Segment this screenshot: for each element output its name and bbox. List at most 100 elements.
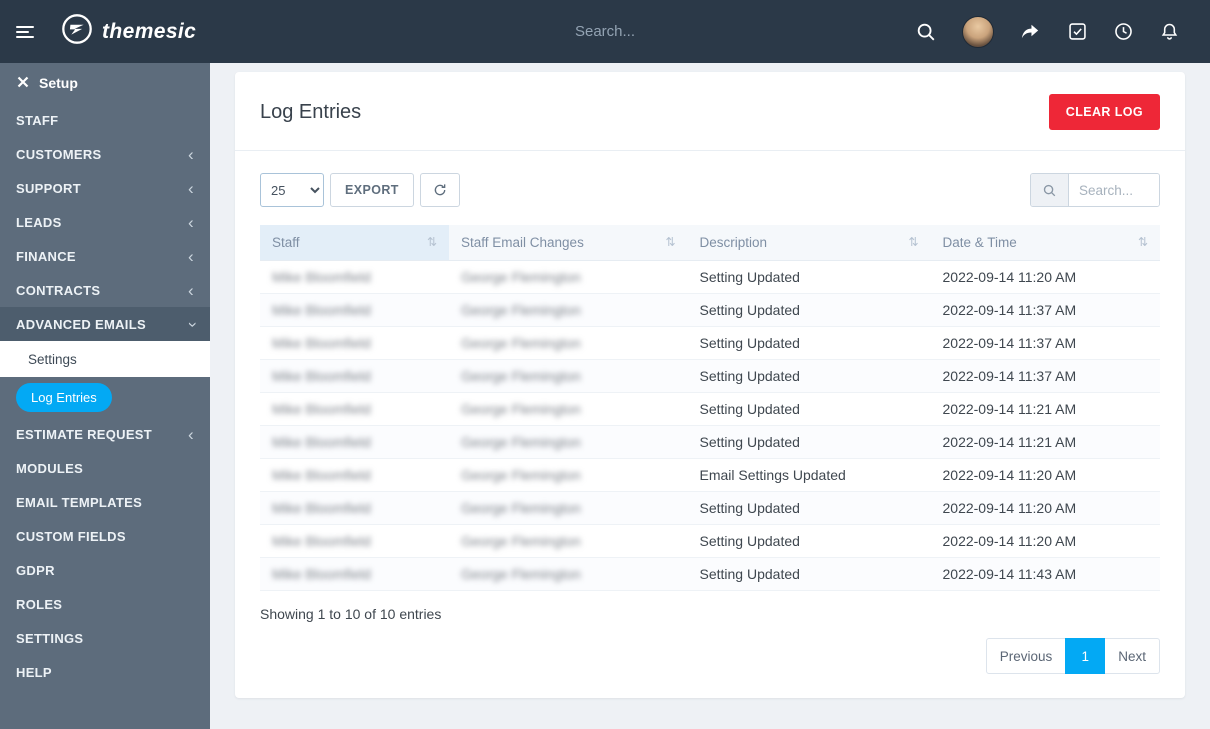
datetime-cell: 2022-09-14 11:37 AM <box>931 327 1161 360</box>
sidebar-item-log-entries[interactable]: Log Entries <box>0 377 210 417</box>
export-button[interactable]: EXPORT <box>330 173 414 207</box>
email-changes-cell: George Flemington <box>449 558 688 591</box>
email-changes-cell: George Flemington <box>449 360 688 393</box>
notifications-bell-icon[interactable] <box>1159 21 1180 42</box>
pagination-page-1[interactable]: 1 <box>1065 638 1105 674</box>
app-logo[interactable]: themesic <box>60 12 196 51</box>
chevron-left-icon: ‹ <box>188 426 194 443</box>
column-header-description[interactable]: Description ⇅ <box>688 225 931 261</box>
forward-icon[interactable] <box>1019 20 1042 43</box>
logo-text: themesic <box>102 20 196 44</box>
column-header-staff[interactable]: Staff ⇅ <box>260 225 449 261</box>
pagination-previous[interactable]: Previous <box>986 638 1067 674</box>
global-search <box>435 22 775 41</box>
logo-icon <box>60 12 94 51</box>
staff-cell: Mike Bloomfield <box>260 492 449 525</box>
chevron-left-icon: ‹ <box>188 282 194 299</box>
sidebar-item-leads[interactable]: LEADS ‹ <box>0 205 210 239</box>
sidebar-item-staff[interactable]: STAFF <box>0 103 210 137</box>
search-icon[interactable] <box>915 21 937 43</box>
column-header-staff-email-changes[interactable]: Staff Email Changes⇅ <box>449 225 688 261</box>
table-row: Mike BloomfieldGeorge FlemingtonSetting … <box>260 525 1160 558</box>
page-size-select[interactable]: 25 <box>260 173 324 207</box>
table-row: Mike BloomfieldGeorge FlemingtonSetting … <box>260 294 1160 327</box>
table-search <box>1030 173 1160 207</box>
sidebar-item-estimate-request[interactable]: ESTIMATE REQUEST‹ <box>0 417 210 451</box>
sidebar-item-settings[interactable]: SETTINGS <box>0 621 210 655</box>
datetime-cell: 2022-09-14 11:43 AM <box>931 558 1161 591</box>
pagination-next[interactable]: Next <box>1104 638 1160 674</box>
close-icon[interactable] <box>17 75 29 91</box>
sort-icon: ⇅ <box>908 235 918 249</box>
sidebar-item-label: LEADS <box>16 215 62 230</box>
chevron-left-icon: ‹ <box>188 146 194 163</box>
datetime-cell: 2022-09-14 11:20 AM <box>931 525 1161 558</box>
global-search-input[interactable] <box>435 22 775 41</box>
staff-cell: Mike Bloomfield <box>260 360 449 393</box>
email-changes-cell: George Flemington <box>449 393 688 426</box>
log-entries-table: Staff⇅Staff Email Changes⇅Description⇅Da… <box>260 225 1160 591</box>
sidebar-menu: STAFFCUSTOMERS‹SUPPORT‹LEADS‹FINANCE‹CON… <box>0 103 210 689</box>
email-changes-cell: George Flemington <box>449 426 688 459</box>
sidebar-item-gdpr[interactable]: GDPR <box>0 553 210 587</box>
email-changes-cell: George Flemington <box>449 327 688 360</box>
sidebar-item-support[interactable]: SUPPORT‹ <box>0 171 210 205</box>
table-body: Mike BloomfieldGeorge FlemingtonSetting … <box>260 261 1160 591</box>
datetime-cell: 2022-09-14 11:37 AM <box>931 360 1161 393</box>
sidebar-item-contracts[interactable]: CONTRACTS ‹ <box>0 273 210 307</box>
column-label: Description <box>700 235 768 250</box>
sidebar-item-email-templates[interactable]: EMAIL TEMPLATES <box>0 485 210 519</box>
user-avatar[interactable] <box>962 16 994 48</box>
email-changes-cell: George Flemington <box>449 525 688 558</box>
pagination: Previous1Next <box>260 638 1160 674</box>
email-changes-cell: George Flemington <box>449 492 688 525</box>
table-search-input[interactable] <box>1069 174 1159 206</box>
staff-cell: Mike Bloomfield <box>260 327 449 360</box>
sidebar-item-label: SETTINGS <box>16 631 83 646</box>
sidebar-item-label: CUSTOMERS <box>16 147 102 162</box>
sidebar-item-finance[interactable]: FINANCE‹ <box>0 239 210 273</box>
chevron-left-icon: ‹ <box>188 214 194 231</box>
sidebar-item-label: ROLES <box>16 597 62 612</box>
column-label: Staff <box>272 235 300 250</box>
sidebar-item-settings[interactable]: Settings <box>0 341 210 377</box>
sidebar-item-customers[interactable]: CUSTOMERS ‹ <box>0 137 210 171</box>
sort-icon: ⇅ <box>427 235 437 249</box>
clock-icon[interactable] <box>1113 21 1134 42</box>
table-header-row: Staff⇅Staff Email Changes⇅Description⇅Da… <box>260 225 1160 261</box>
table-row: Mike BloomfieldGeorge FlemingtonSetting … <box>260 261 1160 294</box>
sidebar: Setup STAFF CUSTOMERS ‹ SUPPORT‹ LEADS ‹ FINAN… <box>0 63 210 729</box>
table-controls: 25 EXPORT <box>260 173 1160 207</box>
main-content: Log Entries CLEAR LOG 25 EXPORT <box>210 63 1210 729</box>
description-cell: Setting Updated <box>688 393 931 426</box>
table-search-icon[interactable] <box>1031 174 1069 206</box>
setup-header[interactable]: Setup <box>0 63 210 103</box>
column-header-date-time[interactable]: Date & Time ⇅ <box>931 225 1161 261</box>
column-label: Date & Time <box>943 235 1017 250</box>
datetime-cell: 2022-09-14 11:21 AM <box>931 426 1161 459</box>
sidebar-item-help[interactable]: HELP <box>0 655 210 689</box>
sidebar-item-label: Log Entries <box>16 383 112 412</box>
sidebar-item-label: MODULES <box>16 461 83 476</box>
sidebar-item-advanced-emails[interactable]: ADVANCED EMAILS‹ <box>0 307 210 341</box>
description-cell: Setting Updated <box>688 360 931 393</box>
clear-log-button[interactable]: CLEAR LOG <box>1049 94 1160 130</box>
sidebar-item-modules[interactable]: MODULES <box>0 451 210 485</box>
sort-icon: ⇅ <box>1138 235 1148 249</box>
sidebar-item-custom-fields[interactable]: CUSTOM FIELDS <box>0 519 210 553</box>
staff-cell: Mike Bloomfield <box>260 459 449 492</box>
tasks-check-icon[interactable] <box>1067 21 1088 42</box>
description-cell: Setting Updated <box>688 492 931 525</box>
card-header: Log Entries CLEAR LOG <box>235 72 1185 151</box>
refresh-button[interactable] <box>420 173 460 207</box>
sidebar-item-label: GDPR <box>16 563 55 578</box>
sidebar-item-roles[interactable]: ROLES <box>0 587 210 621</box>
setup-label: Setup <box>39 75 78 91</box>
sidebar-item-label: CONTRACTS <box>16 283 100 298</box>
hamburger-menu-icon[interactable] <box>16 26 34 38</box>
page-title: Log Entries <box>260 101 361 124</box>
email-changes-cell: George Flemington <box>449 261 688 294</box>
table-row: Mike BloomfieldGeorge FlemingtonSetting … <box>260 393 1160 426</box>
sort-icon: ⇅ <box>665 235 675 249</box>
table-row: Mike BloomfieldGeorge FlemingtonSetting … <box>260 360 1160 393</box>
